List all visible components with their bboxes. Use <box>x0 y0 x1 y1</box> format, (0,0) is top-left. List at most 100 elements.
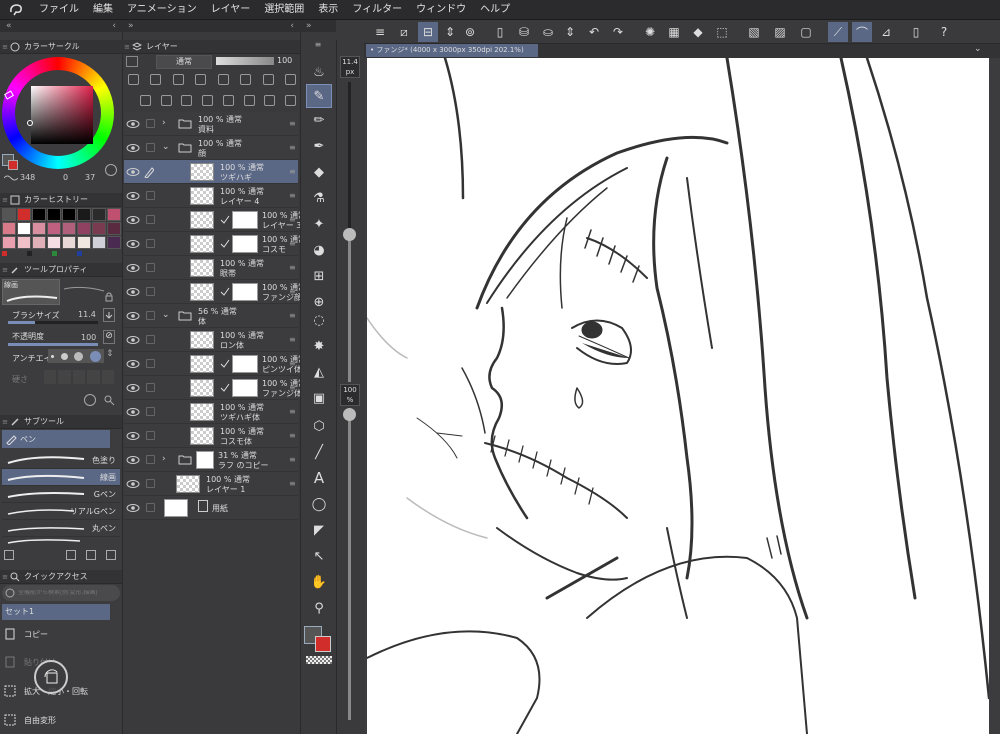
brush-item-selected[interactable]: 線画 <box>2 469 120 486</box>
eye-icon[interactable] <box>126 454 140 466</box>
save-icon[interactable]: ⛀ <box>538 22 558 42</box>
open-file-icon[interactable]: ⛁ <box>514 22 534 42</box>
frame-border-icon[interactable]: ◤ <box>306 518 332 542</box>
grip-icon[interactable]: ≡ <box>122 43 132 51</box>
eye-icon[interactable] <box>126 310 140 322</box>
app-logo-icon[interactable] <box>0 0 32 20</box>
brush-item[interactable] <box>2 537 120 547</box>
hand-icon[interactable]: ✋ <box>306 570 332 594</box>
menu-file[interactable]: ファイル <box>32 0 86 20</box>
mask-toggle-icon[interactable] <box>240 74 252 85</box>
layer-menu-icon[interactable]: ≡ <box>289 311 296 320</box>
layer-row[interactable]: 100 % 通常 コスモ体 ≡ <box>124 424 298 448</box>
color-history-swatch[interactable] <box>107 208 121 221</box>
brush-size-slider[interactable] <box>8 321 98 324</box>
layer-row[interactable]: 用紙 <box>124 496 298 520</box>
hide-selection-icon[interactable]: ▧ <box>744 22 764 42</box>
layer-opacity-slider[interactable] <box>216 57 274 65</box>
layer-select-checkbox[interactable] <box>146 503 155 512</box>
reference-layer-icon[interactable] <box>150 74 162 85</box>
collapse-icon[interactable]: « <box>6 21 12 31</box>
collapse-arrow-icon[interactable]: ‹ <box>290 21 294 31</box>
color-history-swatch[interactable] <box>47 208 61 221</box>
layer-row[interactable]: › 31 % 通常 ラフ のコピー ≡ <box>124 448 298 472</box>
transform-icon[interactable]: ⬚ <box>712 22 732 42</box>
operation-icon[interactable]: ⬡ <box>306 414 332 438</box>
color-history-swatch[interactable] <box>47 236 61 249</box>
layer-row[interactable]: 100 % 通常 コスモ ≡ <box>124 232 306 256</box>
brush-item[interactable]: 色塗り <box>2 452 120 469</box>
decoration-icon[interactable]: ⚗ <box>306 186 332 210</box>
color-history-swatch[interactable] <box>17 208 31 221</box>
menu-help[interactable]: ヘルプ <box>473 0 517 20</box>
eye-icon[interactable] <box>126 286 140 298</box>
quick-access-search[interactable] <box>2 585 120 601</box>
brush-item[interactable]: 丸ペン <box>2 520 120 537</box>
subtool-delete-icon[interactable] <box>106 550 116 560</box>
opacity-thumb[interactable] <box>343 408 356 421</box>
hamburger-menu-icon[interactable]: ≡ <box>370 22 390 42</box>
clear-icon[interactable]: ▦ <box>664 22 684 42</box>
layer-row[interactable]: 100 % 通常 ファンジ顔 ≡ <box>124 280 306 304</box>
layer-menu-icon[interactable]: ≡ <box>289 119 296 128</box>
floating-rotate-button[interactable] <box>34 660 68 694</box>
eye-icon[interactable] <box>126 358 140 370</box>
layer-select-checkbox[interactable] <box>146 407 155 416</box>
layer-row[interactable]: 100 % 通常 ツギハギ ≡ <box>124 160 298 184</box>
subtool-duplicate-icon[interactable] <box>86 550 96 560</box>
color-history-swatch[interactable] <box>77 208 91 221</box>
opacity-track[interactable] <box>348 420 351 720</box>
fill-bucket-icon[interactable]: ◭ <box>306 360 332 384</box>
pencil-tool-icon[interactable]: ✏ <box>306 108 332 132</box>
brush-item[interactable]: リアルGペン <box>2 503 120 520</box>
menu-selection[interactable]: 選択範囲 <box>257 0 311 20</box>
subtool-settings-icon[interactable] <box>4 550 14 560</box>
quick-access-search-input[interactable] <box>18 590 120 596</box>
layer-row[interactable]: ⌄ 100 % 通常顔 ≡ <box>124 136 298 160</box>
antialias-mid-icon[interactable] <box>74 351 84 361</box>
layer-menu-icon[interactable]: ≡ <box>289 407 296 416</box>
brush-size-dropdown-icon[interactable] <box>103 308 115 322</box>
smartphone-icon[interactable]: ▯ <box>906 22 926 42</box>
gradient-box-icon[interactable]: ▣ <box>306 386 332 410</box>
snap-stepper-icon[interactable]: ⇕ <box>440 22 460 42</box>
color-history-swatch[interactable] <box>2 222 16 235</box>
quick-access-item[interactable]: 自由変形 <box>0 706 118 734</box>
color-history-swatch[interactable] <box>92 236 106 249</box>
new-canvas-icon[interactable]: ⧄ <box>394 22 414 42</box>
color-history-swatch[interactable] <box>107 222 121 235</box>
layer-select-checkbox[interactable] <box>146 311 155 320</box>
grip-icon[interactable]: ≡ <box>0 266 10 274</box>
grip-icon[interactable]: ≡ <box>0 418 10 426</box>
eyedropper-icon[interactable]: ⚲ <box>306 596 332 620</box>
quick-access-item[interactable]: コピー <box>0 620 118 648</box>
layer-row[interactable]: 100 % 通常 レイヤー 4 ≡ <box>124 184 298 208</box>
opacity-slider[interactable] <box>8 343 98 346</box>
eye-icon[interactable] <box>126 406 140 418</box>
menu-window[interactable]: ウィンドウ <box>409 0 473 20</box>
layer-menu-icon[interactable]: ≡ <box>289 455 296 464</box>
menu-layer[interactable]: レイヤー <box>204 0 258 20</box>
lock-icon[interactable] <box>104 292 114 302</box>
layer-select-checkbox[interactable] <box>146 143 155 152</box>
eye-icon[interactable] <box>126 214 140 226</box>
color-history-swatch[interactable] <box>2 208 16 221</box>
airbrush-icon[interactable]: ✦ <box>306 212 332 236</box>
color-mode-toggle-icon[interactable] <box>105 164 117 176</box>
gradient-tool-icon[interactable]: ⊞ <box>306 264 332 288</box>
antialias-stepper-icon[interactable]: ⇕ <box>106 349 114 363</box>
layer-menu-icon[interactable]: ≡ <box>289 335 296 344</box>
delete-layer-icon[interactable] <box>284 95 296 106</box>
sv-cursor[interactable] <box>27 120 33 126</box>
antialias-selector[interactable] <box>48 349 104 363</box>
color-history-swatch[interactable] <box>62 208 76 221</box>
snap-curve-icon[interactable]: ⌒ <box>852 22 872 42</box>
layer-select-checkbox[interactable] <box>146 455 155 464</box>
ruler-toggle-icon[interactable] <box>262 74 274 85</box>
layer-select-checkbox[interactable] <box>146 191 155 200</box>
sub-color-swatch[interactable] <box>8 160 18 170</box>
left-dock-collapse-bar[interactable]: «‹ <box>0 20 122 32</box>
layer-menu-icon[interactable]: ≡ <box>289 167 296 176</box>
quick-access-set[interactable]: セット1 <box>2 604 110 620</box>
blend-mode-select[interactable]: 通常 <box>156 55 212 69</box>
